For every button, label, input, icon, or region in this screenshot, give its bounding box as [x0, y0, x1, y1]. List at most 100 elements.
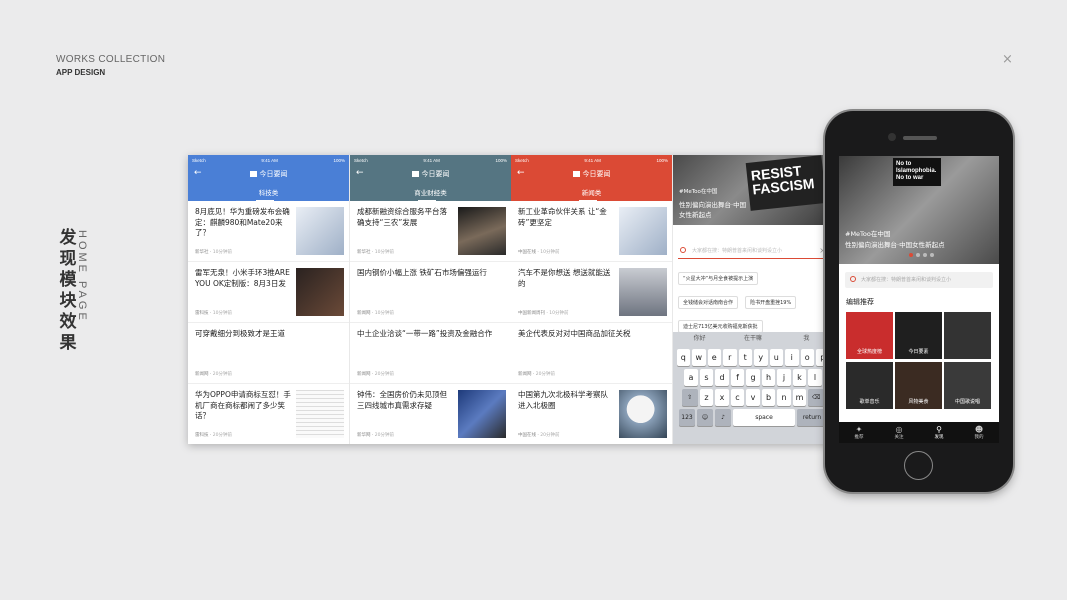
key[interactable]: q [676, 349, 690, 366]
category-tab[interactable]: 商业财经类 [350, 183, 511, 201]
close-icon[interactable]: × [1002, 52, 1013, 67]
article-item[interactable]: 雷军无泉！小米手环3推ARE YOU OK定制版：8月3日发 雷科技 · 10分… [188, 262, 349, 323]
key[interactable]: k [792, 369, 807, 386]
article-time: 10分钟前 [540, 250, 560, 255]
key[interactable]: y [754, 349, 768, 366]
space-key[interactable]: space [733, 409, 795, 426]
shift-key-icon[interactable]: ⇧ [681, 389, 698, 406]
tile-rap[interactable]: 中国歌说唱 [944, 362, 991, 409]
emoji-key-icon[interactable]: ☺ [697, 409, 713, 426]
key[interactable]: z [699, 389, 714, 406]
article-item[interactable]: 华为OPPO申请商标互怼！手机厂商在商标都闹了多少笑话？ 雷科技 · 20分钟前 [188, 384, 349, 444]
tab-me[interactable]: ☻ 我的 [959, 422, 999, 443]
carousel-dot[interactable] [909, 253, 913, 257]
article-time: 10分钟前 [374, 250, 395, 255]
key[interactable]: b [761, 389, 776, 406]
suggestion-chip[interactable]: “火星大冲”与月全食被提示上演 [678, 272, 759, 285]
phone-frame: No to Islamophobia. No to war #MeToo在中国 … [825, 111, 1013, 492]
article-meta: 新闻网 · 10分钟前 [357, 311, 395, 316]
numbers-key[interactable]: 123 [679, 409, 695, 426]
tile-hot-chart[interactable]: 全球热度榜 [846, 312, 893, 359]
article-item[interactable]: 可穿戴细分到极致才是王道 新闻网 · 20分钟前 [188, 323, 349, 384]
status-battery: 100% [333, 157, 345, 163]
article-item[interactable]: 汽车不是你想送 想送就能送的 中国新闻周刊 · 10分钟前 [511, 262, 672, 323]
article-thumbnail [458, 390, 506, 438]
tile-music[interactable]: 歌单音乐 [846, 362, 893, 409]
keyboard: 你好 在干嘛 我 q w e r t y u i o p a s d f g h… [673, 332, 833, 444]
hero-banner[interactable]: No to Islamophobia. No to war #MeToo在中国 … [839, 156, 999, 264]
key[interactable]: w [692, 349, 706, 366]
return-key[interactable]: return [797, 409, 827, 426]
article-item[interactable]: 成都新融资综合服务平台落确支持“三农”发展 新华社 · 10分钟前 [350, 201, 511, 262]
status-bar: Sketch 9:41 AM 100% [511, 155, 672, 165]
search-icon [680, 247, 686, 253]
tab-recommend[interactable]: ✦ 推荐 [839, 422, 879, 443]
key[interactable]: s [699, 369, 714, 386]
article-thumbnail [296, 268, 344, 316]
category-tab[interactable]: 科技类 [188, 183, 349, 201]
article-item[interactable]: 新工业革命伙伴关系 让“金砖”更坚定 中国在线 · 10分钟前 [511, 201, 672, 262]
carousel-dot[interactable] [930, 253, 934, 257]
key[interactable]: h [761, 369, 776, 386]
suggestion-chip[interactable]: 险书开盘重挫19% [745, 296, 797, 309]
header-works-collection: WORKS COLLECTION [56, 54, 166, 65]
article-title: 新工业革命伙伴关系 让“金砖”更坚定 [518, 207, 607, 227]
key[interactable]: v [746, 389, 760, 406]
key[interactable]: o [800, 349, 814, 366]
search-input[interactable]: 大家都在搜：特朗普首来闲和谈判设立小 [845, 272, 993, 288]
key[interactable]: n [777, 389, 791, 406]
tab-discover[interactable]: ⚲ 发现 [919, 422, 959, 443]
article-item[interactable]: 中国第九次北极科学考察队进入北极圈 中国在线 · 20分钟前 [511, 384, 672, 444]
article-source: 新闻网 [518, 372, 532, 377]
article-source: 新闻网 [357, 311, 371, 316]
article-time: 10分钟前 [212, 311, 233, 316]
back-arrow-icon[interactable]: ← [194, 168, 202, 178]
tile-today[interactable]: 今日要素 [895, 312, 942, 359]
prediction[interactable]: 在干嘛 [726, 332, 779, 346]
article-meta: 新华社 · 10分钟前 [195, 250, 233, 255]
article-item[interactable]: 国内钢价小幅上涨 铁矿石市场偏强运行 新闻网 · 10分钟前 [350, 262, 511, 323]
key[interactable]: j [777, 369, 791, 386]
article-item[interactable]: 中土企业洽谈“一带一路”投资及金融合作 新闻网 · 20分钟前 [350, 323, 511, 384]
article-source: 中国新闻周刊 [518, 311, 545, 316]
key[interactable]: e [707, 349, 721, 366]
key[interactable]: d [715, 369, 729, 386]
key[interactable]: t [738, 349, 752, 366]
search-screen: RESIST FASCISM #MeToo在中国 性别偏向演出舞台·中国女性新起… [673, 155, 833, 444]
tab-follow[interactable]: ◎ 关注 [879, 422, 919, 443]
key[interactable]: l [808, 369, 822, 386]
article-item[interactable]: 美企代表反对对中国商品加征关税 新闻网 · 20分钟前 [511, 323, 672, 384]
status-time: 9:41 AM [423, 157, 440, 163]
tile-tour[interactable] [944, 312, 991, 359]
article-item[interactable]: 8月底见！华为重磅发布会确定：麒麟980和Mate20来了？ 新华社 · 10分… [188, 201, 349, 262]
home-button[interactable] [904, 451, 933, 480]
article-meta: 中国新闻周刊 · 10分钟前 [518, 311, 569, 316]
key[interactable]: x [715, 389, 729, 406]
recommend-grid: 全球热度榜 今日要素 歌单音乐 风物美食 中国歌说唱 [846, 312, 999, 409]
suggestion-chip[interactable]: 全钱储会对话南南合作 [678, 296, 739, 309]
key[interactable]: i [785, 349, 799, 366]
key[interactable]: u [769, 349, 783, 366]
article-time: 10分钟前 [212, 250, 233, 255]
carousel-dot[interactable] [923, 253, 927, 257]
key[interactable]: g [746, 369, 760, 386]
key[interactable]: m [792, 389, 807, 406]
keyboard-row-4: 123 ☺ ♪ space return [673, 409, 833, 426]
carousel-dot[interactable] [916, 253, 920, 257]
key[interactable]: a [684, 369, 698, 386]
prediction[interactable]: 你好 [673, 332, 726, 346]
section-title: 编辑推荐 [846, 298, 874, 306]
mic-key-icon[interactable]: ♪ [715, 409, 731, 426]
tile-food[interactable]: 风物美食 [895, 362, 942, 409]
back-arrow-icon[interactable]: ← [517, 168, 525, 178]
article-source: 新闻网 [195, 372, 209, 377]
key[interactable]: c [730, 389, 745, 406]
search-input[interactable]: 大家都在搜：特朗普首来闲和谈判设立小 × [678, 243, 828, 259]
key[interactable]: f [730, 369, 745, 386]
key[interactable]: r [723, 349, 737, 366]
hero-caption: 性别偏向演出舞台·中国女性新起点 [845, 241, 945, 249]
backspace-key-icon[interactable]: ⌫ [808, 389, 825, 406]
category-tab[interactable]: 新闻类 [511, 183, 672, 201]
back-arrow-icon[interactable]: ← [356, 168, 364, 178]
article-item[interactable]: 钟伟：全国房价仍未见顶但三四线城市真需求存疑 新华网 · 20分钟前 [350, 384, 511, 444]
